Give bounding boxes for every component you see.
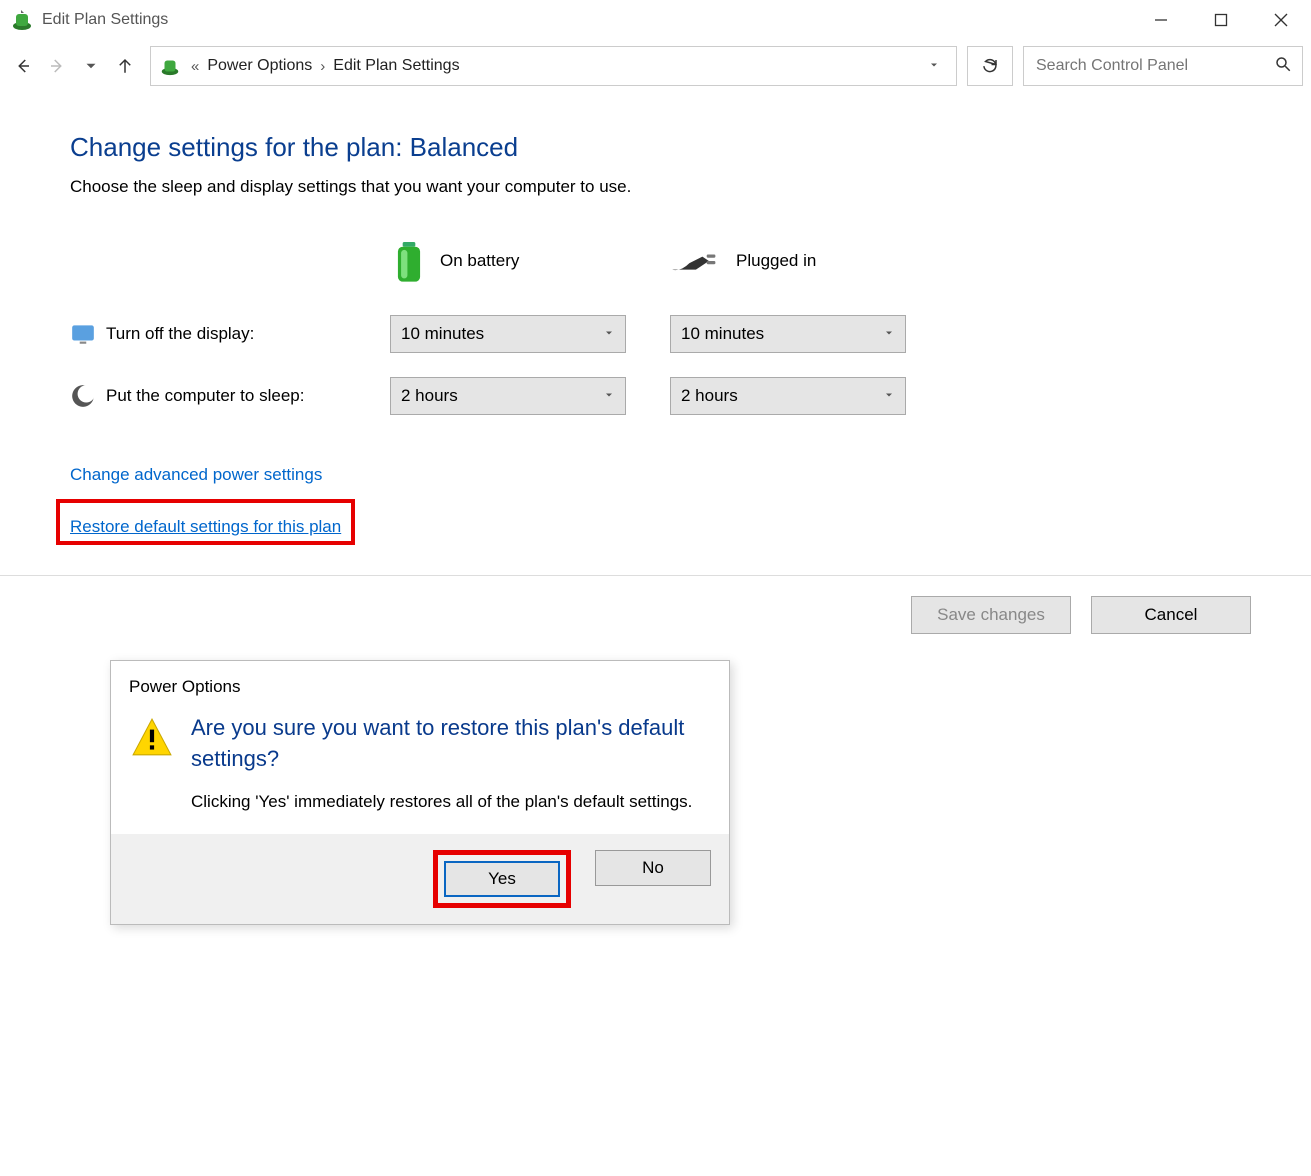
sleep-plugged-combo[interactable]: 2 hours: [670, 377, 906, 415]
window-title: Edit Plan Settings: [42, 11, 168, 29]
power-options-icon: [10, 8, 34, 32]
chevron-down-icon: [603, 324, 615, 344]
search-box[interactable]: [1023, 46, 1303, 86]
col-battery-label: On battery: [440, 251, 519, 271]
content-area: Change settings for the plan: Balanced C…: [0, 92, 1311, 545]
row-display: Turn off the display: 10 minutes 10 minu…: [70, 315, 1311, 353]
link-advanced-settings[interactable]: Change advanced power settings: [70, 465, 322, 485]
breadcrumb-overflow[interactable]: «: [187, 58, 203, 75]
display-icon: [70, 321, 96, 347]
row-sleep-label: Put the computer to sleep:: [106, 386, 304, 406]
titlebar: Edit Plan Settings: [0, 0, 1311, 40]
minimize-button[interactable]: [1131, 0, 1191, 40]
search-icon[interactable]: [1274, 55, 1292, 77]
sleep-plugged-value: 2 hours: [681, 386, 738, 406]
moon-icon: [70, 383, 96, 409]
sleep-battery-combo[interactable]: 2 hours: [390, 377, 626, 415]
bottom-buttons: Save changes Cancel: [0, 576, 1311, 634]
link-restore-defaults[interactable]: Restore default settings for this plan: [70, 517, 341, 537]
page-heading: Change settings for the plan: Balanced: [70, 132, 1311, 163]
breadcrumb-1[interactable]: Power Options: [203, 57, 316, 75]
display-battery-combo[interactable]: 10 minutes: [390, 315, 626, 353]
column-headers: On battery Plugged in: [70, 237, 1311, 285]
chevron-right-icon[interactable]: ›: [316, 58, 329, 75]
power-options-small-icon: [159, 55, 181, 77]
forward-button[interactable]: [42, 50, 72, 82]
dialog-title: Power Options: [111, 661, 729, 703]
battery-icon: [390, 237, 428, 285]
yes-highlight: Yes: [433, 850, 571, 908]
address-dropdown[interactable]: [920, 58, 948, 75]
breadcrumb-2[interactable]: Edit Plan Settings: [329, 57, 463, 75]
dialog-heading: Are you sure you want to restore this pl…: [191, 713, 709, 775]
maximize-button[interactable]: [1191, 0, 1251, 40]
chevron-down-icon: [603, 386, 615, 406]
chevron-down-icon: [883, 386, 895, 406]
recent-dropdown[interactable]: [76, 50, 106, 82]
display-battery-value: 10 minutes: [401, 324, 484, 344]
row-display-label: Turn off the display:: [106, 324, 254, 344]
cancel-button[interactable]: Cancel: [1091, 596, 1251, 634]
close-button[interactable]: [1251, 0, 1311, 40]
plug-icon: [670, 246, 724, 276]
nav-toolbar: « Power Options › Edit Plan Settings: [0, 40, 1311, 92]
confirm-dialog: Power Options Are you sure you want to r…: [110, 660, 730, 925]
page-subtext: Choose the sleep and display settings th…: [70, 177, 1311, 197]
display-plugged-value: 10 minutes: [681, 324, 764, 344]
search-input[interactable]: [1034, 56, 1274, 76]
chevron-down-icon: [883, 324, 895, 344]
window-controls: [1131, 0, 1311, 40]
col-plugged-label: Plugged in: [736, 251, 816, 271]
save-button[interactable]: Save changes: [911, 596, 1071, 634]
dialog-footer: Yes No: [111, 834, 729, 924]
restore-highlight: Restore default settings for this plan: [56, 499, 355, 545]
dialog-no-button[interactable]: No: [595, 850, 711, 886]
display-plugged-combo[interactable]: 10 minutes: [670, 315, 906, 353]
row-sleep: Put the computer to sleep: 2 hours 2 hou…: [70, 377, 1311, 415]
sleep-battery-value: 2 hours: [401, 386, 458, 406]
refresh-button[interactable]: [967, 46, 1013, 86]
back-button[interactable]: [8, 50, 38, 82]
dialog-yes-button[interactable]: Yes: [444, 861, 560, 897]
dialog-body-text: Clicking 'Yes' immediately restores all …: [191, 789, 709, 815]
up-button[interactable]: [110, 50, 140, 82]
address-bar[interactable]: « Power Options › Edit Plan Settings: [150, 46, 957, 86]
warning-icon: [131, 717, 173, 759]
